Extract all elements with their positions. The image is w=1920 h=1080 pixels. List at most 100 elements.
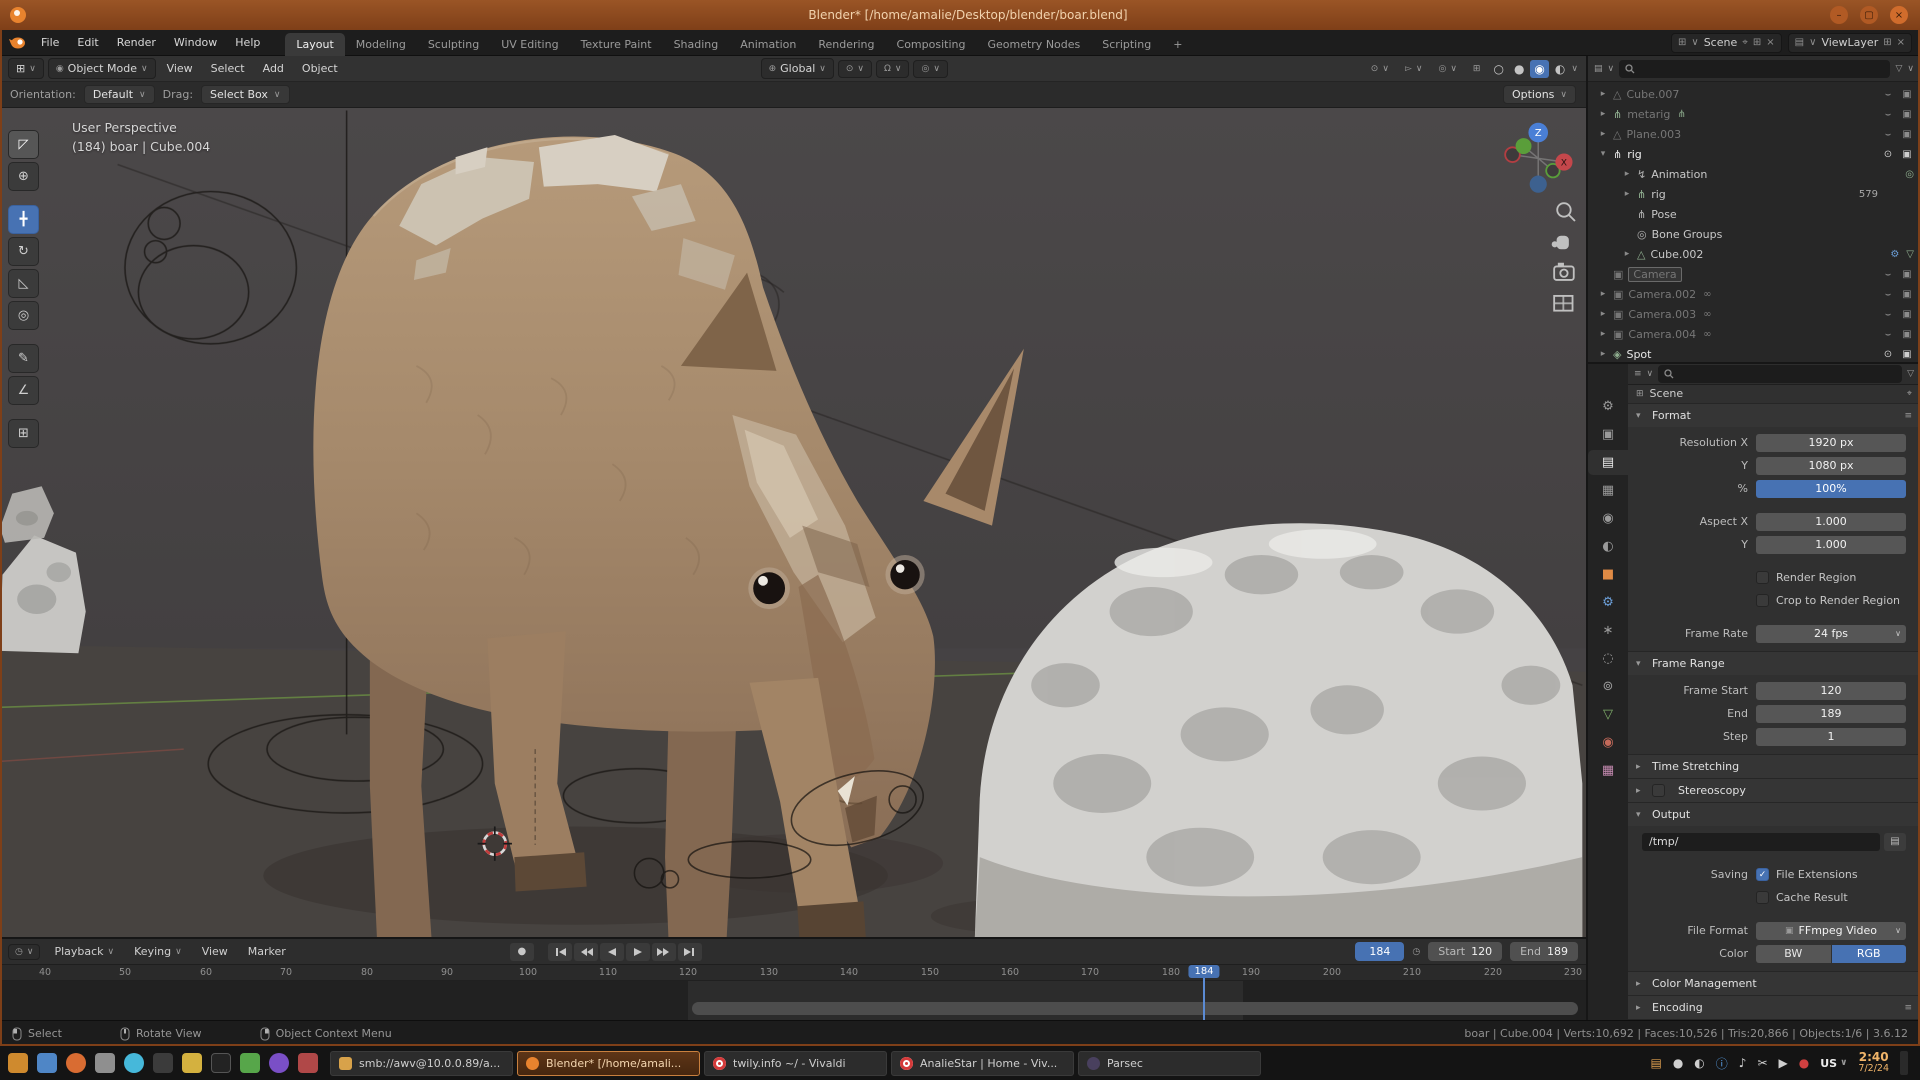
tray-clipboard-icon[interactable]: ✂ — [1757, 1056, 1767, 1070]
add-workspace-button[interactable]: + — [1162, 33, 1193, 56]
launcher-icon[interactable] — [240, 1053, 260, 1073]
tool-scale[interactable]: ◺ — [8, 269, 39, 298]
timeline-tracks[interactable] — [0, 981, 1586, 1020]
tool-move[interactable]: ╋ — [8, 205, 39, 234]
maximize-button[interactable]: ▢ — [1860, 6, 1878, 24]
next-keyframe-button[interactable] — [652, 943, 676, 961]
auto-key-button[interactable]: ● — [510, 943, 534, 961]
expand-icon[interactable]: ▸ — [1598, 289, 1608, 299]
shading-material-button[interactable]: ◉ — [1530, 60, 1548, 78]
playhead[interactable]: 184 — [1203, 965, 1205, 1020]
crop-region-checkbox[interactable] — [1756, 594, 1769, 607]
object-name[interactable]: Spot — [1626, 348, 1651, 361]
show-desktop-button[interactable] — [1900, 1051, 1908, 1075]
tab-particles[interactable]: ∗ — [1588, 618, 1628, 643]
object-name[interactable]: Camera.002 — [1628, 288, 1696, 301]
expand-icon[interactable]: ▸ — [1598, 349, 1608, 359]
menu-keying[interactable]: Keying∨ — [128, 943, 188, 960]
shading-wireframe-button[interactable]: ○ — [1489, 60, 1507, 78]
disable-in-render-icon[interactable]: ▣ — [1900, 269, 1914, 280]
tray-audio-icon[interactable]: ♪ — [1739, 1056, 1747, 1070]
breadcrumb-scene[interactable]: Scene — [1650, 387, 1684, 400]
unlink-scene-icon[interactable]: × — [1766, 37, 1774, 48]
render-region-checkbox[interactable] — [1756, 571, 1769, 584]
tool-annotate[interactable]: ✎ — [8, 344, 39, 373]
jump-to-end-button[interactable] — [678, 943, 702, 961]
hide-in-viewport-icon[interactable]: ⌣ — [1881, 329, 1895, 340]
clock[interactable]: 2:40 7/2/24 — [1858, 1051, 1889, 1075]
pin-icon[interactable]: ⌖ — [1907, 389, 1912, 399]
tab-object[interactable]: ■ — [1588, 562, 1628, 587]
tool-select-box[interactable]: ◸ — [8, 130, 39, 159]
taskbar-window-parsec[interactable]: Parsec — [1078, 1051, 1261, 1076]
pivot-point-button[interactable]: ⊙ ∨ — [838, 60, 872, 78]
frame-end-field[interactable]: 189 — [1756, 705, 1906, 723]
tab-compositing[interactable]: Compositing — [886, 33, 977, 56]
tray-files-icon[interactable]: ▤ — [1650, 1056, 1661, 1070]
taskbar-window-blender[interactable]: Blender* [/home/amali... — [517, 1051, 700, 1076]
menu-select[interactable]: Select — [204, 59, 252, 78]
launcher-icon[interactable] — [182, 1053, 202, 1073]
tab-render[interactable]: ▣ — [1588, 422, 1628, 447]
tray-play-icon[interactable]: ▶ — [1779, 1056, 1788, 1070]
presets-icon[interactable]: ≡ — [1904, 1003, 1912, 1013]
resolution-y-field[interactable]: 1080 px — [1756, 457, 1906, 475]
panel-encoding-header[interactable]: ▸ Encoding ≡ — [1628, 996, 1920, 1019]
tray-status-icon[interactable]: ● — [1673, 1056, 1683, 1070]
aspect-y-field[interactable]: 1.000 — [1756, 536, 1906, 554]
outliner-row-metarig[interactable]: ▸ ⋔ metarig ⋔ ⌣ ▣ — [1588, 104, 1920, 124]
tab-tool[interactable]: ⚙ — [1588, 394, 1628, 419]
cache-result-checkbox[interactable] — [1756, 891, 1769, 904]
menu-playback[interactable]: Playback∨ — [48, 943, 120, 960]
resolution-x-field[interactable]: 1920 px — [1756, 434, 1906, 452]
item-name[interactable]: Bone Groups — [1652, 228, 1723, 241]
proportional-edit-button[interactable]: ◎ ∨ — [913, 60, 947, 78]
object-name[interactable]: Cube.007 — [1626, 88, 1679, 101]
launcher-icon[interactable] — [153, 1053, 173, 1073]
timeline-scrollbar[interactable] — [692, 1002, 1578, 1015]
overlays-button[interactable]: ◎∨ — [1431, 61, 1463, 77]
disable-in-render-icon[interactable]: ▣ — [1900, 329, 1914, 340]
launcher-icon[interactable] — [124, 1053, 144, 1073]
tab-texture-paint[interactable]: Texture Paint — [570, 33, 663, 56]
blender-logo-icon[interactable] — [8, 36, 26, 49]
tab-world[interactable]: ◐ — [1588, 534, 1628, 559]
hide-in-viewport-icon[interactable]: ⊙ — [1881, 349, 1895, 360]
new-viewlayer-icon[interactable]: ⊞ — [1883, 37, 1891, 48]
hide-in-viewport-icon[interactable]: ⌣ — [1881, 309, 1895, 320]
menu-view[interactable]: View — [160, 59, 200, 78]
remove-viewlayer-icon[interactable]: × — [1897, 37, 1905, 48]
tab-object-data[interactable]: ▽ — [1588, 702, 1628, 727]
panel-output-header[interactable]: ▾ Output — [1628, 803, 1920, 826]
pin-icon[interactable]: ⌖ — [1742, 37, 1748, 48]
new-scene-icon[interactable]: ⊞ — [1753, 37, 1761, 48]
disable-in-render-icon[interactable]: ▣ — [1900, 289, 1914, 300]
disable-in-render-icon[interactable]: ▣ — [1900, 309, 1914, 320]
expand-icon[interactable]: ▸ — [1598, 309, 1608, 319]
minimize-button[interactable]: – — [1830, 6, 1848, 24]
titlebar[interactable]: Blender* [/home/amalie/Desktop/blender/b… — [0, 0, 1920, 30]
menu-help[interactable]: Help — [226, 32, 269, 53]
filter-icon[interactable]: ▽ — [1895, 64, 1902, 74]
tool-add-cube[interactable]: ⊞ — [8, 419, 39, 448]
tab-geometry-nodes[interactable]: Geometry Nodes — [976, 33, 1091, 56]
browse-folder-button[interactable]: ▤ — [1884, 833, 1906, 851]
jump-to-start-button[interactable] — [548, 943, 572, 961]
taskbar-window-vivaldi-1[interactable]: twily.info ~/ - Vivaldi — [704, 1051, 887, 1076]
snapping-button[interactable]: Ω ∨ — [876, 60, 909, 78]
outliner-row-camera003[interactable]: ▸ ▣ Camera.003 ∞ ⌣ ▣ — [1588, 304, 1920, 324]
stereoscopy-checkbox[interactable] — [1652, 784, 1665, 797]
object-name[interactable]: Plane.003 — [1626, 128, 1681, 141]
disable-in-render-icon[interactable]: ▣ — [1900, 109, 1914, 120]
outliner-row-rig[interactable]: ▾ ⋔ rig ⊙ ▣ — [1588, 144, 1920, 164]
taskbar-window-smb[interactable]: smb://awv@10.0.0.89/a... — [330, 1051, 513, 1076]
collapse-icon[interactable]: ▾ — [1598, 149, 1608, 159]
outliner-row-spot[interactable]: ▸ ◈ Spot ⊙ ▣ — [1588, 344, 1920, 362]
tray-status-icon[interactable]: ◐ — [1694, 1056, 1704, 1070]
transform-orientation[interactable]: ⊕ Global ∨ — [761, 58, 834, 79]
expand-icon[interactable]: ▸ — [1598, 329, 1608, 339]
current-frame-field[interactable]: 184 — [1355, 942, 1404, 961]
tab-view-layer[interactable]: ▦ — [1588, 478, 1628, 503]
tab-constraints[interactable]: ⊚ — [1588, 674, 1628, 699]
play-reverse-button[interactable] — [600, 943, 624, 961]
